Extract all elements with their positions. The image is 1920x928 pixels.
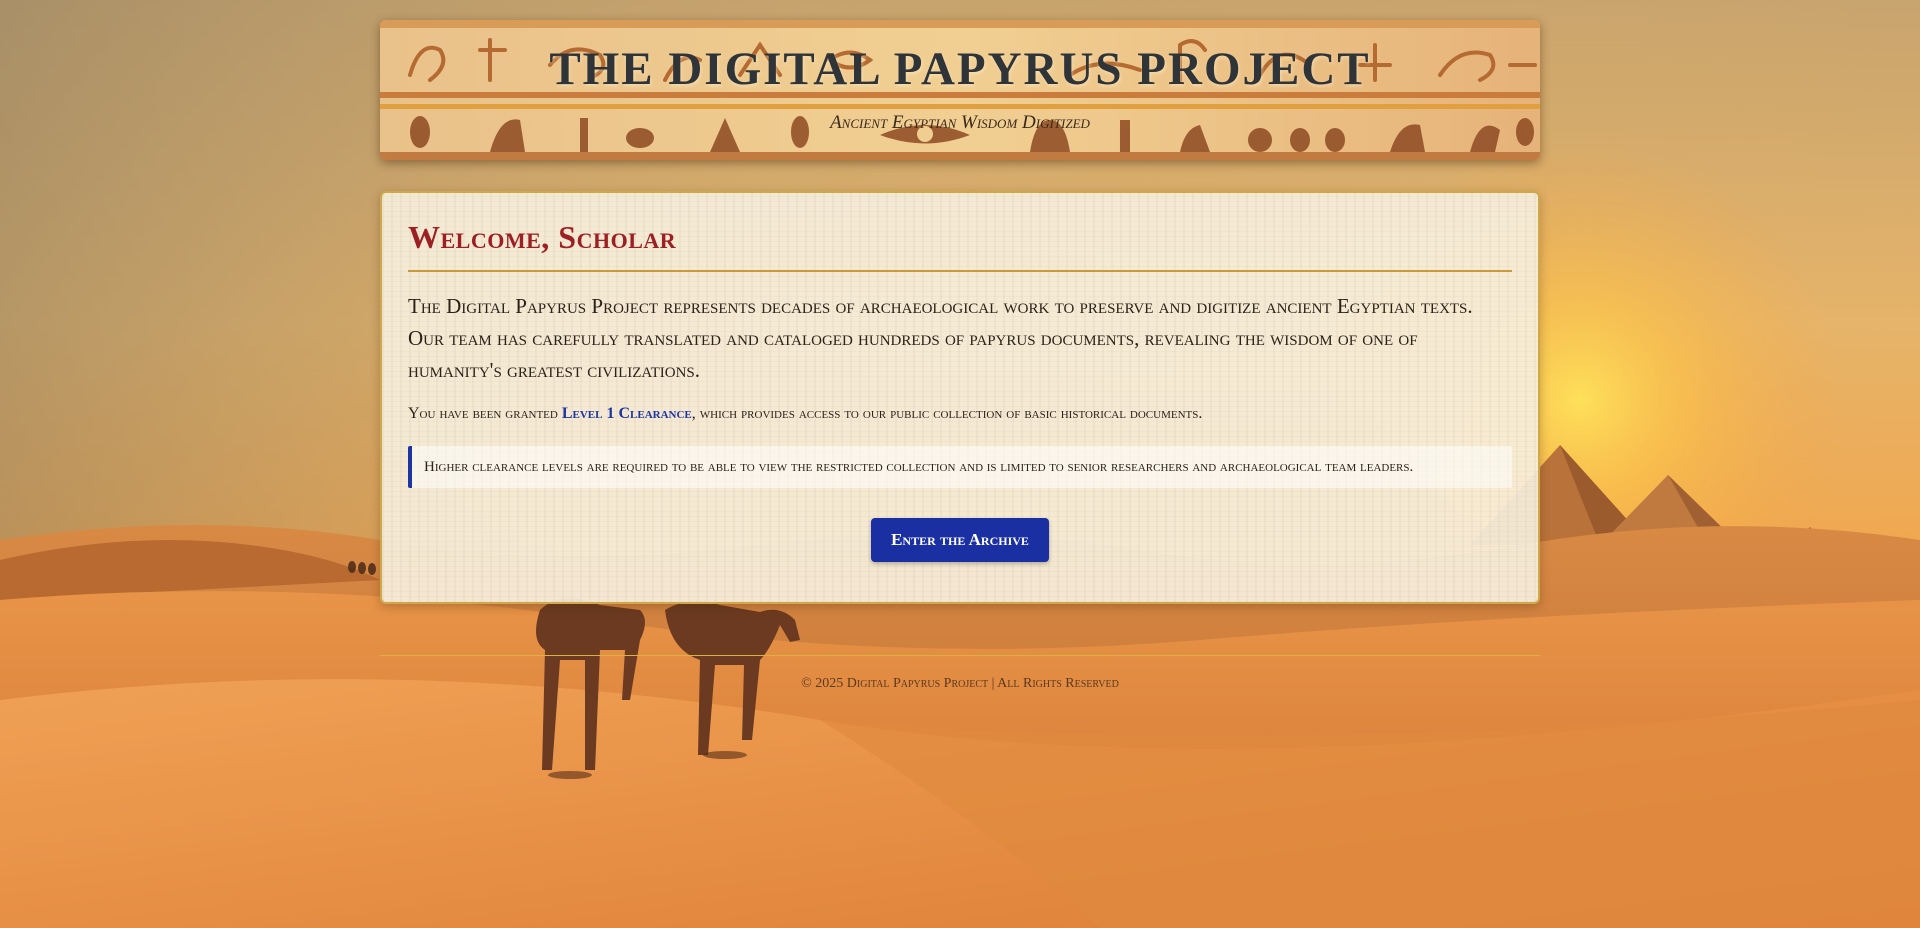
header-banner: THE DIGITAL PAPYRUS PROJECT Ancient Egyp… — [380, 20, 1540, 160]
site-title: THE DIGITAL PAPYRUS PROJECT — [549, 43, 1371, 95]
site-subtitle: Ancient Egyptian Wisdom Digitized — [830, 112, 1090, 133]
welcome-card: Welcome, Scholar The Digital Papyrus Pro… — [380, 191, 1540, 604]
button-row: Enter the Archive — [408, 518, 1512, 562]
clearance-suffix: , which provides access to our public co… — [691, 405, 1203, 422]
enter-archive-button[interactable]: Enter the Archive — [871, 518, 1049, 562]
copyright-text: © 2025 Digital Papyrus Project | All Rig… — [801, 676, 1119, 691]
page-container: THE DIGITAL PAPYRUS PROJECT Ancient Egyp… — [380, 20, 1540, 692]
intro-paragraph: The Digital Papyrus Project represents d… — [408, 294, 1473, 382]
welcome-heading: Welcome, Scholar — [408, 219, 1512, 272]
footer: © 2025 Digital Papyrus Project | All Rig… — [380, 655, 1540, 692]
clearance-prefix: You have been granted — [408, 405, 562, 422]
clearance-paragraph: You have been granted Level 1 Clearance,… — [408, 402, 1512, 426]
clearance-level: Level 1 Clearance — [561, 405, 692, 422]
clearance-notice: Higher clearance levels are required to … — [408, 446, 1512, 488]
